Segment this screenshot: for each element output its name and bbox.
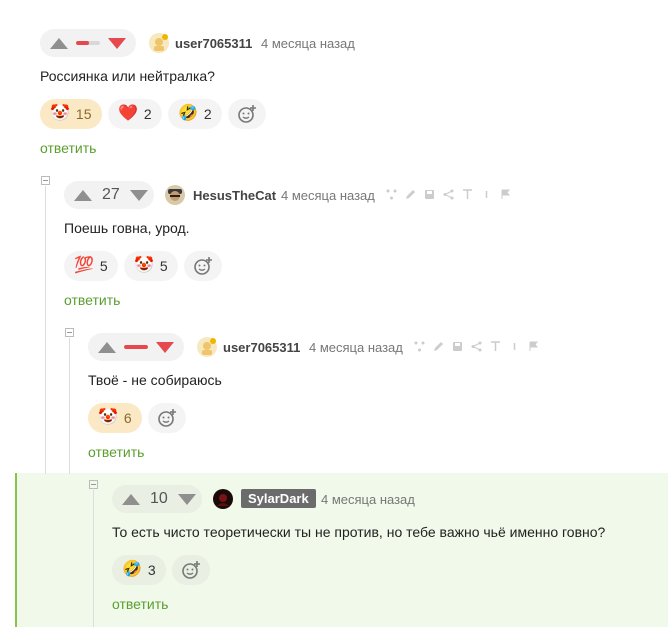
timestamp[interactable]: 4 месяца назад	[309, 340, 403, 355]
reaction-clown[interactable]: 🤡 6	[88, 403, 142, 433]
branch-icon[interactable]	[414, 341, 425, 352]
reaction-count: 2	[203, 106, 212, 122]
reaction-count: 5	[99, 258, 108, 274]
add-reaction-icon	[238, 105, 256, 123]
comment-text: То есть чисто теоретически ты не против,…	[112, 524, 606, 540]
add-reaction-icon	[158, 409, 176, 427]
reply-link[interactable]: ответить	[112, 596, 168, 612]
reaction-count: 2	[143, 106, 152, 122]
save-icon[interactable]	[424, 189, 435, 200]
save-icon[interactable]	[452, 341, 463, 352]
thread-line-level1	[45, 186, 46, 474]
more-icon[interactable]	[509, 341, 520, 352]
username-badge[interactable]: SylarDark	[241, 489, 316, 508]
edit-icon[interactable]	[405, 189, 416, 200]
clown-emoji-icon: 🤡	[50, 105, 70, 122]
reaction-heart[interactable]: ❤️ 2	[108, 99, 162, 129]
flag-icon[interactable]	[528, 341, 539, 352]
add-reaction-icon	[182, 561, 200, 579]
edit-icon[interactable]	[433, 341, 444, 352]
username[interactable]: user7065311	[223, 340, 300, 355]
upvote-icon[interactable]	[98, 341, 116, 353]
downvote-icon[interactable]	[108, 37, 126, 49]
downvote-icon[interactable]	[129, 189, 148, 201]
add-reaction-button[interactable]	[228, 99, 266, 129]
comment-text: Поешь говна, урод.	[64, 220, 190, 236]
score: 10	[150, 490, 168, 507]
upvote-icon[interactable]	[74, 189, 92, 201]
pin-icon[interactable]	[490, 341, 501, 352]
reaction-hundred[interactable]: 💯 5	[64, 251, 118, 281]
downvote-icon[interactable]	[156, 341, 174, 353]
vote-ratio-bar	[124, 345, 148, 349]
upvote-icon[interactable]	[50, 37, 68, 49]
highlighted-comment-border	[15, 473, 17, 627]
reaction-laugh[interactable]: 🤣 2	[168, 99, 222, 129]
clown-emoji-icon: 🤡	[134, 257, 154, 274]
reaction-count: 15	[75, 106, 92, 122]
reaction-count: 6	[123, 410, 132, 426]
collapse-thread-button[interactable]	[41, 176, 50, 185]
add-reaction-button[interactable]	[184, 251, 222, 281]
vote-control	[88, 333, 184, 361]
pin-icon[interactable]	[462, 189, 473, 200]
add-reaction-button[interactable]	[148, 403, 186, 433]
hundred-emoji-icon: 💯	[74, 257, 94, 274]
avatar[interactable]	[149, 33, 169, 53]
avatar[interactable]	[165, 185, 185, 205]
username[interactable]: user7065311	[175, 36, 252, 51]
vote-ratio-bar	[76, 41, 100, 45]
reaction-laugh[interactable]: 🤣 3	[112, 555, 166, 585]
thread-line-level2	[69, 338, 70, 474]
timestamp[interactable]: 4 месяца назад	[321, 492, 415, 507]
vote-control	[40, 29, 136, 57]
reaction-count: 3	[147, 562, 156, 578]
comment-text: Россиянка или нейтралка?	[40, 68, 215, 84]
avatar[interactable]	[213, 489, 233, 509]
reply-link[interactable]: ответить	[64, 292, 120, 308]
clown-emoji-icon: 🤡	[98, 409, 118, 426]
comment-text: Твоё - не собираюсь	[88, 372, 222, 388]
share-icon[interactable]	[471, 341, 482, 352]
default-avatar-icon	[197, 337, 217, 357]
default-avatar-icon	[149, 33, 169, 53]
downvote-icon[interactable]	[177, 493, 196, 505]
add-reaction-button[interactable]	[172, 555, 210, 585]
add-reaction-icon	[194, 257, 212, 275]
more-icon[interactable]	[481, 189, 492, 200]
comment-tools	[414, 341, 539, 352]
score: 27	[102, 186, 120, 203]
laugh-emoji-icon: 🤣	[122, 561, 142, 578]
reaction-clown[interactable]: 🤡 5	[124, 251, 178, 281]
vote-control: 27	[64, 181, 154, 209]
collapse-thread-button[interactable]	[65, 328, 74, 337]
collapse-thread-button[interactable]	[89, 480, 98, 489]
avatar-image	[213, 489, 233, 509]
reply-link[interactable]: ответить	[40, 140, 96, 156]
thread-line-level3	[93, 490, 94, 627]
timestamp[interactable]: 4 месяца назад	[261, 36, 355, 51]
heart-emoji-icon: ❤️	[118, 105, 138, 122]
upvote-icon[interactable]	[122, 493, 140, 505]
reply-link[interactable]: ответить	[88, 444, 144, 460]
laugh-emoji-icon: 🤣	[178, 105, 198, 122]
avatar[interactable]	[197, 337, 217, 357]
reaction-count: 5	[159, 258, 168, 274]
branch-icon[interactable]	[386, 189, 397, 200]
username[interactable]: HesusTheCat	[193, 188, 276, 203]
vote-control: 10	[112, 485, 202, 513]
vote-ratio-fill	[76, 41, 90, 45]
avatar-image	[165, 185, 185, 205]
share-icon[interactable]	[443, 189, 454, 200]
vote-ratio-fill	[124, 345, 148, 349]
reaction-clown[interactable]: 🤡 15	[40, 99, 102, 129]
comment-tools	[386, 189, 511, 200]
timestamp[interactable]: 4 месяца назад	[281, 188, 375, 203]
flag-icon[interactable]	[500, 189, 511, 200]
